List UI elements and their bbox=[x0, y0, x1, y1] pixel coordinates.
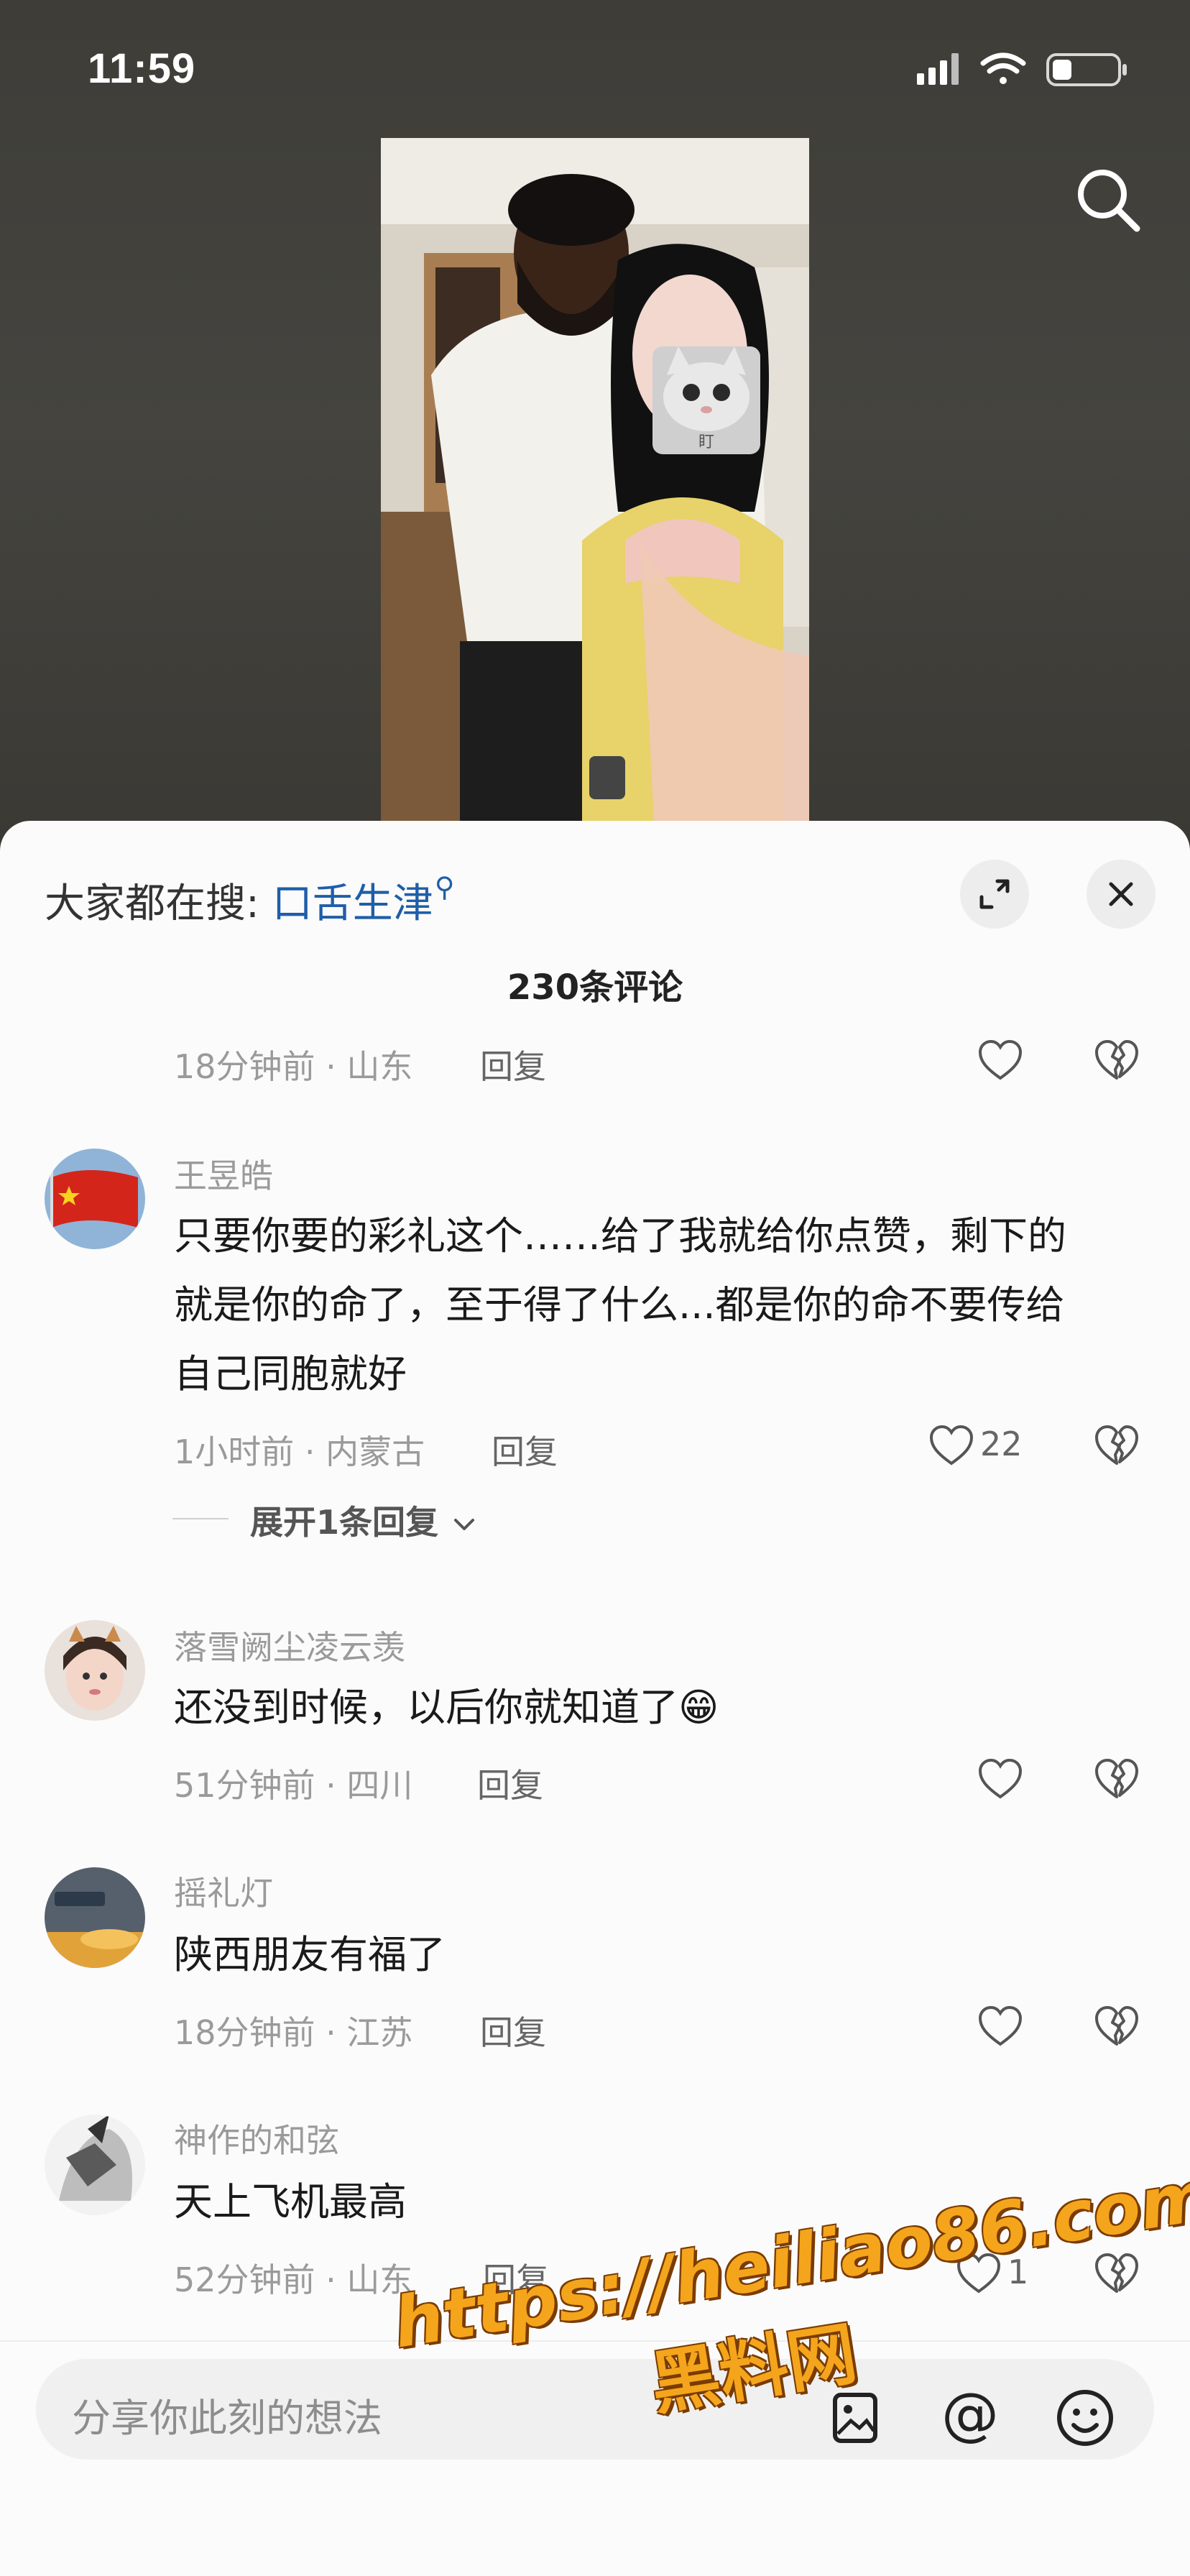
comment-text-line: 就是你的命了，至于得了什么...都是你的命不要传给 bbox=[174, 1282, 1065, 1328]
close-icon bbox=[1109, 882, 1133, 906]
comment-author[interactable]: 摇礼灯 bbox=[174, 1867, 273, 1915]
close-button[interactable] bbox=[1087, 860, 1156, 929]
expand-icon bbox=[979, 879, 1010, 909]
broken-heart-icon bbox=[1095, 1425, 1138, 1465]
comment-text-line: 还没到时候，以后你就知道了😁 bbox=[174, 1685, 719, 1730]
search-suggestion-term[interactable]: 口舌生津 bbox=[272, 880, 433, 927]
comment-text-line: 只要你要的彩礼这个……给了我就给你点赞，剩下的 bbox=[174, 1213, 1066, 1259]
comment-author[interactable]: 神作的和弦 bbox=[174, 2115, 339, 2162]
signal-icon bbox=[917, 53, 959, 85]
app-screen: 11:59 盯 大家都在搜: 口舌生津⚲ 230条评论 18分钟前 · 山东 回… bbox=[0, 0, 1190, 2576]
status-icons bbox=[917, 49, 1133, 92]
reply-button[interactable]: 回复 bbox=[480, 1041, 546, 1088]
comment-count: 230条评论 bbox=[507, 967, 683, 1008]
comment-meta: 18分钟前 · 山东 bbox=[174, 1047, 413, 1086]
like-button[interactable]: 22 bbox=[928, 1422, 1043, 1472]
comment-text: 陕西朋友有福了 bbox=[174, 1920, 1151, 1990]
wifi-icon bbox=[980, 52, 1026, 84]
comment-meta: 51分钟前 · 四川 bbox=[174, 1766, 413, 1805]
reply-button[interactable]: 回复 bbox=[492, 1426, 558, 1473]
expand-replies-label: 展开1条回复 bbox=[250, 1496, 479, 1544]
broken-heart-icon bbox=[1095, 1759, 1138, 1798]
search-suggestion-prefix: 大家都在搜: bbox=[45, 880, 259, 927]
heart-icon bbox=[929, 1425, 974, 1466]
video-frame[interactable]: 盯 bbox=[381, 138, 809, 821]
status-time: 11:59 bbox=[88, 45, 196, 92]
battery-icon bbox=[1046, 53, 1127, 86]
chevron-down-icon bbox=[454, 1518, 475, 1530]
comment-input-placeholder: 分享你此刻的想法 bbox=[72, 2396, 382, 2441]
dislike-button[interactable] bbox=[1094, 2005, 1144, 2056]
like-count: 22 bbox=[980, 1425, 1023, 1463]
avatar[interactable] bbox=[45, 1149, 145, 1249]
search-icon: ⚲ bbox=[434, 871, 455, 903]
sticker-text: 盯 bbox=[698, 433, 714, 451]
comment-author[interactable]: 落雪阙尘凌云羡 bbox=[174, 1622, 405, 1669]
dislike-button[interactable] bbox=[1094, 1039, 1144, 1090]
like-button[interactable] bbox=[977, 2002, 1071, 2053]
like-button[interactable] bbox=[977, 1755, 1071, 1806]
comment-text-line: 陕西朋友有福了 bbox=[174, 1932, 446, 1977]
avatar[interactable] bbox=[45, 1620, 145, 1721]
reply-button[interactable]: 回复 bbox=[477, 1760, 543, 1807]
avatar[interactable] bbox=[45, 2115, 145, 2215]
comment-text: 还没到时候，以后你就知道了😁 bbox=[174, 1673, 1151, 1742]
search-button[interactable] bbox=[1071, 162, 1145, 237]
like-button[interactable] bbox=[977, 1036, 1071, 1087]
divider bbox=[172, 1518, 229, 1519]
expand-replies-text: 展开1条回复 bbox=[250, 1503, 439, 1542]
comment-meta: 18分钟前 · 江苏 bbox=[174, 2013, 413, 2052]
search-icon bbox=[1078, 170, 1140, 232]
heart-icon bbox=[978, 1039, 1023, 1080]
broken-heart-icon bbox=[1095, 2006, 1138, 2046]
comment-meta: 1小时前 · 内蒙古 bbox=[174, 1432, 425, 1471]
avatar[interactable] bbox=[45, 1867, 145, 1968]
comment-meta: 52分钟前 · 山东 bbox=[174, 2260, 413, 2299]
reply-button[interactable]: 回复 bbox=[480, 2007, 546, 2054]
broken-heart-icon bbox=[1095, 1040, 1138, 1080]
comment-author[interactable]: 王昱皓 bbox=[174, 1150, 273, 1197]
dislike-button[interactable] bbox=[1094, 1758, 1144, 1808]
expand-button[interactable] bbox=[960, 860, 1029, 929]
heart-icon bbox=[978, 1758, 1023, 1799]
comment-text: 只要你要的彩礼这个……给了我就给你点赞，剩下的 就是你的命了，至于得了什么...… bbox=[174, 1202, 1151, 1409]
dislike-button[interactable] bbox=[1094, 1425, 1144, 1475]
search-suggestion[interactable]: 大家都在搜: 口舌生津⚲ bbox=[45, 871, 455, 929]
comment-text-line: 自己同胞就好 bbox=[174, 1351, 407, 1397]
heart-icon bbox=[978, 2005, 1023, 2046]
